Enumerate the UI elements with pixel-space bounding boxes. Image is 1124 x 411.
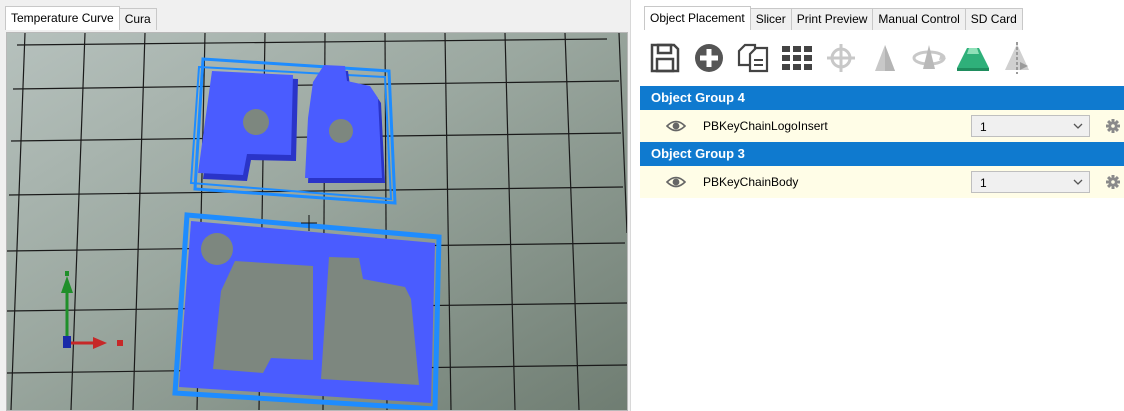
eye-icon[interactable] <box>666 118 686 134</box>
tab-temperature-curve[interactable]: Temperature Curve <box>5 6 120 30</box>
right-tabstrip: Object Placement Slicer Print Preview Ma… <box>632 0 1023 30</box>
tab-slicer[interactable]: Slicer <box>749 8 792 30</box>
object-row-keychain-body[interactable]: PBKeyChainBody 1 <box>640 166 1124 198</box>
rotate-icon[interactable] <box>910 39 948 77</box>
copies-value: 1 <box>980 176 987 190</box>
copies-select[interactable]: 1 <box>971 171 1090 193</box>
eye-icon[interactable] <box>666 174 686 190</box>
object-row-logo-insert[interactable]: PBKeyChainLogoInsert 1 <box>640 110 1124 142</box>
object-group-header[interactable]: Object Group 3 <box>640 142 1124 166</box>
drop-to-bed-icon[interactable] <box>866 39 904 77</box>
3d-viewport[interactable] <box>6 32 628 411</box>
left-tabstrip: Temperature Curve Cura <box>0 0 157 30</box>
object-toolbar <box>646 38 1036 78</box>
tab-manual-control[interactable]: Manual Control <box>872 8 966 30</box>
tab-object-placement[interactable]: Object Placement <box>644 6 751 30</box>
tab-print-preview[interactable]: Print Preview <box>790 8 874 30</box>
model-keychain-body[interactable] <box>172 212 442 410</box>
scale-icon[interactable] <box>954 39 992 77</box>
gear-icon[interactable] <box>1106 175 1120 189</box>
chevron-down-icon <box>1073 179 1083 185</box>
grid-arrange-icon[interactable] <box>778 39 816 77</box>
object-name: PBKeyChainLogoInsert <box>703 119 828 133</box>
left-pane: Temperature Curve Cura <box>0 0 631 411</box>
mirror-icon[interactable] <box>998 39 1036 77</box>
save-icon[interactable] <box>646 39 684 77</box>
object-name: PBKeyChainBody <box>703 175 799 189</box>
tab-cura[interactable]: Cura <box>118 8 157 30</box>
tab-sd-card[interactable]: SD Card <box>964 8 1023 30</box>
object-group-header[interactable]: Object Group 4 <box>640 86 1124 110</box>
right-pane: Object Placement Slicer Print Preview Ma… <box>632 0 1124 411</box>
add-object-icon[interactable] <box>690 39 728 77</box>
object-list: Object Group 4 PBKeyChainLogoInsert 1 Ob… <box>640 86 1124 198</box>
copy-object-icon[interactable] <box>734 39 772 77</box>
gear-icon[interactable] <box>1106 119 1120 133</box>
copies-select[interactable]: 1 <box>971 115 1090 137</box>
chevron-down-icon <box>1073 123 1083 129</box>
center-object-icon[interactable] <box>822 39 860 77</box>
copies-value: 1 <box>980 120 987 134</box>
